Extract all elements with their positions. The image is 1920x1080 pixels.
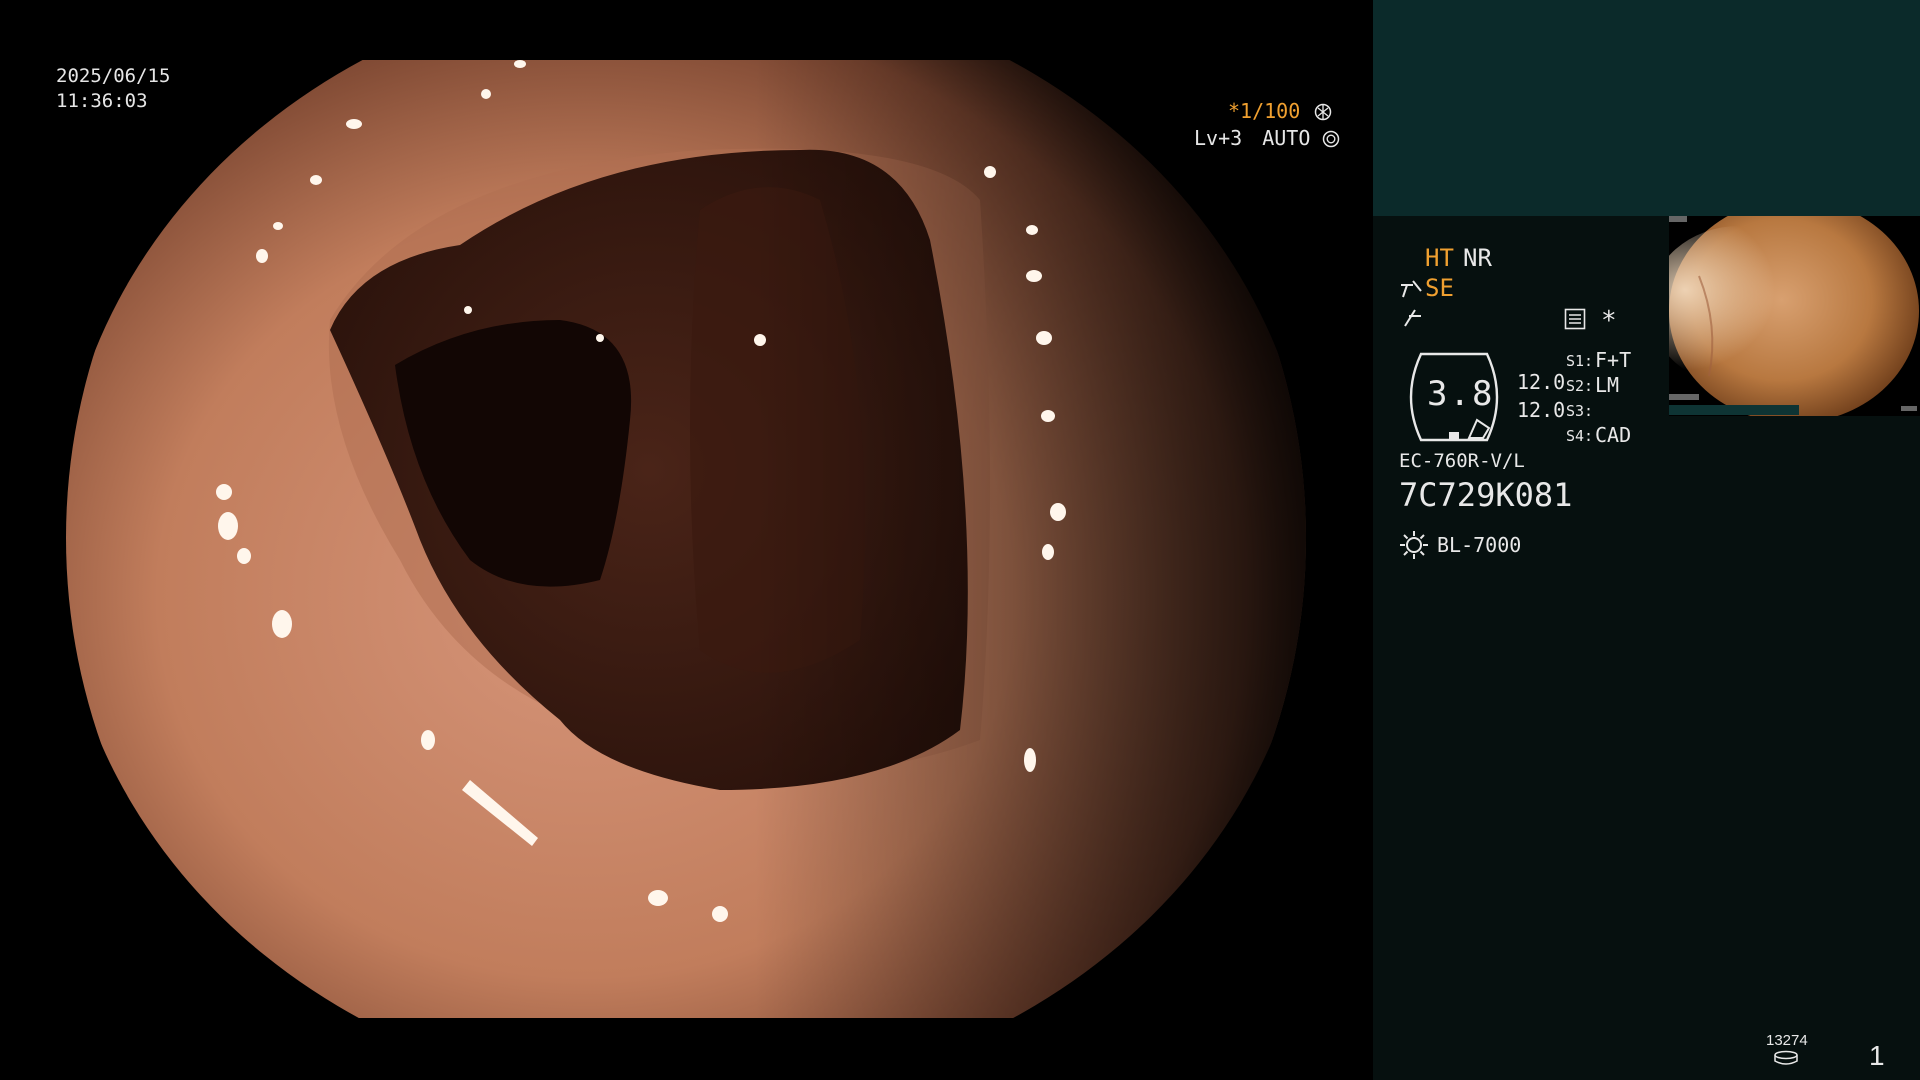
ht-label: HT xyxy=(1425,244,1454,272)
scope-model: EC-760R-V/L xyxy=(1399,450,1525,472)
s1-value: F+T xyxy=(1595,348,1632,372)
star-indicator: * xyxy=(1601,306,1617,336)
iris-icon xyxy=(1323,130,1340,148)
image-number: 1 xyxy=(1869,1040,1885,1071)
enhancement-icon xyxy=(1401,280,1422,298)
gauge-value: 3.8 xyxy=(1427,374,1495,414)
endoscope-video-view: 2025/06/15 11:36:03 *1/100 Lv+3 AUTO xyxy=(0,0,1372,1080)
zoom-icon xyxy=(1404,309,1421,327)
light-source-icon xyxy=(1400,531,1428,559)
s3-label: S3: xyxy=(1566,402,1594,420)
storage-disk-icon xyxy=(1774,1050,1798,1065)
mode-label: AUTO xyxy=(1262,126,1311,150)
thumbnail-caption-bar xyxy=(1669,405,1799,415)
storage-count: 13274 xyxy=(1766,1032,1808,1049)
s2-label: S2: xyxy=(1566,377,1594,395)
s1-label: S1: xyxy=(1566,352,1594,370)
nr-label: NR xyxy=(1463,244,1492,272)
s4-value: CAD xyxy=(1595,423,1632,447)
time-label: 11:36:03 xyxy=(56,90,148,112)
value-1: 12.0 xyxy=(1517,370,1566,394)
level-readout: Lv+3 AUTO xyxy=(1194,126,1340,151)
status-panel: HT NR SE * 3.8 12.0 12.0 S1: F+T S2: LM … xyxy=(1373,0,1920,1080)
shutter-label: *1/100 xyxy=(1228,99,1301,123)
settings-list-icon xyxy=(1564,308,1586,330)
status-panel-header xyxy=(1373,0,1920,216)
scope-serial: 7C729K081 xyxy=(1399,476,1573,514)
aperture-icon xyxy=(1315,103,1332,121)
date-label: 2025/06/15 xyxy=(56,65,171,87)
s4-label: S4: xyxy=(1566,427,1594,445)
light-source-label: BL-7000 xyxy=(1437,533,1522,557)
shutter-readout: *1/100 xyxy=(1228,99,1332,124)
captured-image-thumbnail[interactable] xyxy=(1669,216,1920,416)
endoscope-image xyxy=(66,60,1306,1018)
value-2: 12.0 xyxy=(1517,398,1566,422)
s2-value: LM xyxy=(1595,373,1620,397)
level-label: Lv+3 xyxy=(1194,126,1243,150)
se-label: SE xyxy=(1425,274,1454,302)
